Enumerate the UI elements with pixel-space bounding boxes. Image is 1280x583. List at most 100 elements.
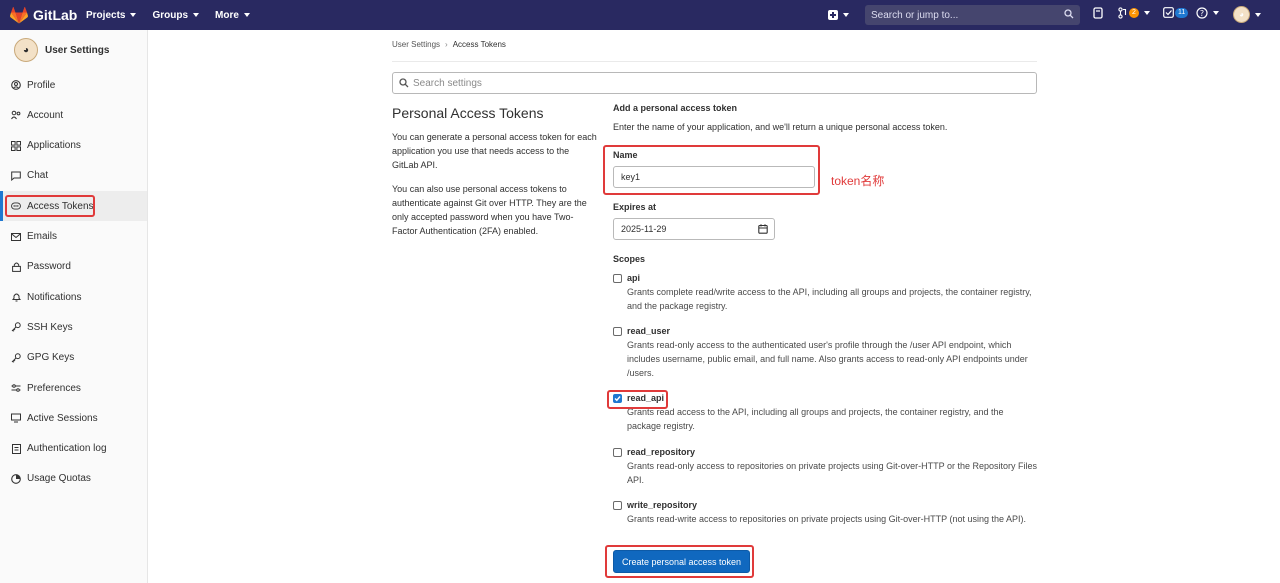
scope-name[interactable]: write_repository bbox=[627, 500, 697, 510]
search-settings-placeholder: Search settings bbox=[413, 77, 482, 89]
sidebar-item-label: Password bbox=[27, 261, 71, 273]
projects-menu-label: Projects bbox=[86, 9, 126, 21]
sidebar-item-account[interactable]: Account bbox=[0, 100, 147, 130]
scope-description: Grants read access to the API, including… bbox=[627, 407, 1004, 431]
scope-checkbox[interactable] bbox=[613, 447, 622, 457]
groups-menu-label: Groups bbox=[152, 9, 189, 21]
scope-api: api Grants complete read/write access to … bbox=[613, 273, 1043, 313]
scope-name[interactable]: read_user bbox=[627, 326, 670, 336]
sidebar-item-notifications[interactable]: Notifications bbox=[0, 282, 147, 312]
lock-icon bbox=[11, 262, 21, 272]
sidebar-item-active-sessions[interactable]: Active Sessions bbox=[0, 403, 147, 433]
sidebar-item-access-tokens[interactable]: Access Tokens bbox=[0, 191, 147, 222]
chevron-down-icon bbox=[193, 13, 200, 17]
sidebar-item-label: Applications bbox=[27, 140, 81, 152]
sidebar-item-label: Emails bbox=[27, 231, 58, 242]
search-settings-input[interactable]: Search settings bbox=[392, 72, 1037, 94]
groups-menu[interactable]: Groups bbox=[152, 9, 200, 21]
global-search-input[interactable]: Search or jump to... bbox=[865, 5, 1080, 25]
chevron-down-icon bbox=[1143, 11, 1150, 15]
profile-icon bbox=[11, 80, 21, 90]
mail-icon bbox=[11, 232, 21, 242]
sidebar-item-preferences[interactable]: Preferences bbox=[0, 373, 147, 403]
sidebar-header[interactable]: ◕ User Settings bbox=[0, 30, 147, 70]
scope-name[interactable]: read_repository bbox=[627, 447, 695, 457]
page-title: Personal Access Tokens bbox=[392, 105, 544, 121]
scope-description: Grants read-only access to the authentic… bbox=[627, 340, 1028, 378]
new-item-dropdown[interactable] bbox=[828, 10, 856, 20]
sidebar-item-profile[interactable]: Profile bbox=[0, 70, 147, 100]
chevron-down-icon bbox=[243, 13, 250, 17]
issues-button[interactable] bbox=[1093, 7, 1103, 19]
svg-text:?: ? bbox=[1200, 9, 1204, 18]
sidebar-item-label: Active Sessions bbox=[27, 412, 98, 424]
scope-description: Grants read-only access to repositories … bbox=[627, 461, 1037, 485]
gitlab-home-link[interactable]: GitLab bbox=[10, 6, 80, 24]
read-api-highlight-box bbox=[607, 390, 668, 409]
token-name-input[interactable]: key1 bbox=[613, 166, 815, 188]
breadcrumb-user-settings[interactable]: User Settings bbox=[392, 40, 440, 49]
sidebar-item-label: Usage Quotas bbox=[27, 473, 91, 485]
key-icon bbox=[11, 352, 21, 363]
sidebar-item-usage-quotas[interactable]: Usage Quotas bbox=[0, 464, 147, 494]
sidebar-item-chat[interactable]: Chat bbox=[0, 161, 147, 191]
sidebar-item-label: GPG Keys bbox=[27, 352, 75, 364]
chevron-down-icon bbox=[843, 13, 849, 17]
log-icon bbox=[11, 443, 21, 454]
scopes-label: Scopes bbox=[613, 254, 646, 264]
scope-read-user: read_user Grants read-only access to the … bbox=[613, 326, 1043, 380]
help-menu[interactable]: ? bbox=[1196, 7, 1219, 19]
form-description: Enter the name of your application, and … bbox=[613, 122, 948, 132]
merge-requests-count-badge: 2 bbox=[1129, 8, 1139, 18]
merge-requests-button[interactable]: 2 bbox=[1118, 7, 1150, 19]
scope-name[interactable]: api bbox=[627, 273, 640, 283]
chat-icon bbox=[11, 171, 21, 181]
intro-section: Personal Access Tokens You can generate … bbox=[392, 105, 597, 248]
sidebar-title: User Settings bbox=[45, 44, 110, 56]
search-icon bbox=[1064, 9, 1074, 19]
scope-checkbox[interactable] bbox=[613, 273, 622, 283]
expires-label: Expires at bbox=[613, 202, 657, 212]
projects-menu[interactable]: Projects bbox=[86, 9, 137, 21]
breadcrumb-access-tokens[interactable]: Access Tokens bbox=[453, 40, 506, 49]
name-label: Name bbox=[613, 150, 638, 160]
sidebar-item-authentication-log[interactable]: Authentication log bbox=[0, 434, 147, 464]
scope-checkbox[interactable] bbox=[613, 326, 622, 336]
preferences-icon bbox=[11, 383, 21, 393]
expires-at-value: 2025-11-29 bbox=[621, 224, 667, 234]
intro-paragraph-2: You can also use personal access tokens … bbox=[392, 184, 587, 236]
todo-icon bbox=[1163, 7, 1174, 18]
sidebar-item-emails[interactable]: Emails bbox=[0, 222, 147, 252]
sidebar-item-label: Notifications bbox=[27, 291, 82, 303]
brand-name: GitLab bbox=[33, 7, 78, 23]
scope-write-repository: write_repository Grants read-write access… bbox=[613, 500, 1043, 526]
account-icon bbox=[11, 110, 21, 120]
scope-checkbox[interactable] bbox=[613, 500, 622, 510]
intro-paragraph-1: You can generate a personal access token… bbox=[392, 132, 597, 170]
sidebar-item-applications[interactable]: Applications bbox=[0, 131, 147, 161]
more-menu[interactable]: More bbox=[215, 10, 250, 21]
top-navbar: GitLab Projects Groups More Search or ju… bbox=[0, 0, 1280, 30]
sidebar-item-label: Preferences bbox=[27, 382, 81, 394]
sidebar-item-password[interactable]: Password bbox=[0, 252, 147, 282]
monitor-icon bbox=[11, 413, 21, 423]
sidebar-item-label: Authentication log bbox=[27, 443, 107, 455]
sidebar-item-ssh-keys[interactable]: SSH Keys bbox=[0, 312, 147, 342]
scope-description: Grants read-write access to repositories… bbox=[627, 514, 1026, 524]
gitlab-logo-icon bbox=[10, 6, 28, 23]
user-avatar: ◕ bbox=[1233, 6, 1250, 23]
user-menu[interactable]: ◕ bbox=[1233, 6, 1261, 23]
sidebar-item-label: SSH Keys bbox=[27, 321, 73, 333]
merge-request-icon bbox=[1118, 7, 1127, 19]
sidebar-item-label: Profile bbox=[27, 79, 56, 91]
expires-at-datepicker[interactable]: 2025-11-29 bbox=[613, 218, 775, 240]
chevron-down-icon bbox=[1213, 11, 1219, 15]
calendar-icon bbox=[758, 224, 768, 234]
user-avatar: ◕ bbox=[14, 38, 38, 62]
issues-icon bbox=[1093, 7, 1103, 19]
scope-description: Grants complete read/write access to the… bbox=[627, 287, 1032, 311]
sidebar-item-gpg-keys[interactable]: GPG Keys bbox=[0, 343, 147, 373]
active-item-highlight-box bbox=[5, 195, 95, 218]
create-token-button[interactable]: Create personal access token bbox=[613, 550, 750, 573]
todos-button[interactable]: 11 bbox=[1163, 7, 1189, 18]
